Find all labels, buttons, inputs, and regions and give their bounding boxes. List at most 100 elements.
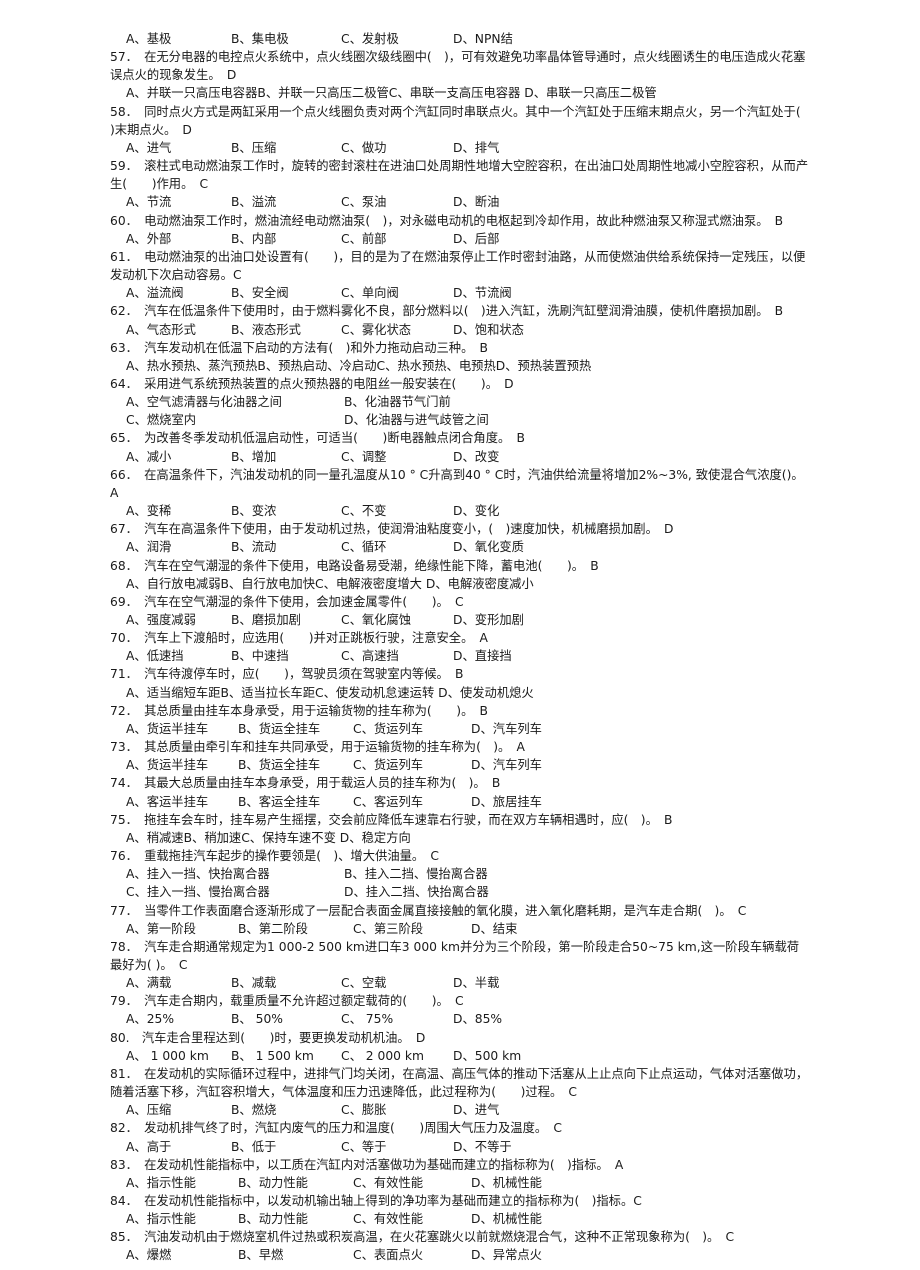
option-choice[interactable]: A、外部 [126,230,231,248]
option-choice[interactable]: A、基极 [126,30,231,48]
option-choice[interactable]: B、溢流 [231,193,341,211]
option-choice[interactable]: A、溢流阀 [126,284,231,302]
option-choice[interactable]: B、货运全挂车 [238,756,353,774]
option-choice[interactable]: C、第三阶段 [353,920,471,938]
option-choice[interactable]: D、化油器与进气歧管之间 [344,411,578,429]
option-choice[interactable]: B、集电极 [231,30,341,48]
option-choice[interactable]: D、机械性能 [471,1174,542,1192]
option-choice[interactable]: C、 2 000 km [341,1047,453,1065]
option-choice[interactable]: D、机械性能 [471,1210,542,1228]
option-choice[interactable]: B、动力性能 [238,1210,353,1228]
option-choice[interactable]: B、挂入二挡、慢抬离合器 [344,865,578,883]
option-choice[interactable]: A、满载 [126,974,231,992]
option-choice[interactable]: C、燃烧室内 [126,411,344,429]
option-choice[interactable]: C、泵油 [341,193,453,211]
option-choice[interactable]: B、减载 [231,974,341,992]
option-choice[interactable]: A、挂入一挡、快抬离合器 [126,865,344,883]
option-choice[interactable]: D、氧化变质 [453,538,524,556]
option-choice[interactable]: A、空气滤清器与化油器之间 [126,393,344,411]
option-choice[interactable]: D、85% [453,1010,502,1028]
option-choice[interactable]: D、不等于 [453,1138,512,1156]
option-choice[interactable]: B、早燃 [238,1246,353,1264]
option-choice[interactable]: C、等于 [341,1138,453,1156]
option-choice[interactable]: C、有效性能 [353,1174,471,1192]
option-choice[interactable]: D、排气 [453,139,499,157]
option-choice[interactable]: B、低于 [231,1138,341,1156]
option-choice[interactable]: B、 1 500 km [231,1047,341,1065]
option-choice[interactable]: C、客运列车 [353,793,471,811]
option-row-inline[interactable]: A、并联一只高压电容器B、并联一只高压二极管C、串联一支高压电容器 D、串联一只… [110,84,812,102]
option-choice[interactable]: A、减小 [126,448,231,466]
option-choice[interactable]: A、指示性能 [126,1174,238,1192]
option-choice[interactable]: B、增加 [231,448,341,466]
option-choice[interactable]: B、动力性能 [238,1174,353,1192]
option-choice[interactable]: C、单向阀 [341,284,453,302]
option-choice[interactable]: D、汽车列车 [471,756,542,774]
option-choice[interactable]: C、高速挡 [341,647,453,665]
option-choice[interactable]: D、汽车列车 [471,720,542,738]
option-choice[interactable]: B、安全阀 [231,284,341,302]
option-choice[interactable]: A、货运半挂车 [126,756,238,774]
option-choice[interactable]: A、气态形式 [126,321,231,339]
option-choice[interactable]: D、旅居挂车 [471,793,542,811]
option-choice[interactable]: B、 50% [231,1010,341,1028]
option-choice[interactable]: D、饱和状态 [453,321,524,339]
option-choice[interactable]: C、 75% [341,1010,453,1028]
option-choice[interactable]: A、压缩 [126,1101,231,1119]
option-choice[interactable]: A、低速挡 [126,647,231,665]
option-choice[interactable]: D、直接挡 [453,647,512,665]
option-choice[interactable]: A、进气 [126,139,231,157]
option-choice[interactable]: C、调整 [341,448,453,466]
option-choice[interactable]: D、后部 [453,230,499,248]
option-row-inline[interactable]: A、热水预热、蒸汽预热B、预热启动、冷启动C、热水预热、电预热D、预热装置预热 [110,357,812,375]
option-choice[interactable]: C、做功 [341,139,453,157]
option-choice[interactable]: A、变稀 [126,502,231,520]
option-choice[interactable]: C、氧化腐蚀 [341,611,453,629]
option-choice[interactable]: B、中速挡 [231,647,341,665]
option-choice[interactable]: D、挂入二挡、快抬离合器 [344,883,578,901]
option-choice[interactable]: B、化油器节气门前 [344,393,578,411]
option-choice[interactable]: A、高于 [126,1138,231,1156]
option-choice[interactable]: C、前部 [341,230,453,248]
option-choice[interactable]: D、异常点火 [471,1246,542,1264]
option-choice[interactable]: B、压缩 [231,139,341,157]
option-choice[interactable]: C、有效性能 [353,1210,471,1228]
option-choice[interactable]: A、 1 000 km [126,1047,231,1065]
option-choice[interactable]: B、流动 [231,538,341,556]
option-choice[interactable]: A、爆燃 [126,1246,238,1264]
option-choice[interactable]: A、节流 [126,193,231,211]
option-choice[interactable]: A、货运半挂车 [126,720,238,738]
option-choice[interactable]: B、磨损加剧 [231,611,341,629]
option-choice[interactable]: C、雾化状态 [341,321,453,339]
option-choice[interactable]: B、内部 [231,230,341,248]
option-choice[interactable]: B、客运全挂车 [238,793,353,811]
option-choice[interactable]: B、燃烧 [231,1101,341,1119]
option-choice[interactable]: D、改变 [453,448,499,466]
option-row-inline[interactable]: A、适当缩短车距B、适当拉长车距C、使发动机怠速运转 D、使发动机熄火 [110,684,812,702]
option-choice[interactable]: D、变形加剧 [453,611,524,629]
option-choice[interactable]: C、循环 [341,538,453,556]
option-choice[interactable]: D、变化 [453,502,499,520]
option-choice[interactable]: B、液态形式 [231,321,341,339]
option-choice[interactable]: D、NPN结 [453,30,513,48]
option-choice[interactable]: D、结束 [471,920,517,938]
option-choice[interactable]: A、25% [126,1010,231,1028]
option-choice[interactable]: B、货运全挂车 [238,720,353,738]
option-choice[interactable]: D、节流阀 [453,284,512,302]
option-choice[interactable]: A、第一阶段 [126,920,238,938]
option-choice[interactable]: D、500 km [453,1047,521,1065]
option-choice[interactable]: D、半载 [453,974,499,992]
option-choice[interactable]: D、断油 [453,193,499,211]
option-choice[interactable]: C、货运列车 [353,756,471,774]
option-choice[interactable]: A、强度减弱 [126,611,231,629]
option-choice[interactable]: A、润滑 [126,538,231,556]
option-choice[interactable]: A、指示性能 [126,1210,238,1228]
option-choice[interactable]: C、挂入一挡、慢抬离合器 [126,883,344,901]
option-choice[interactable]: A、客运半挂车 [126,793,238,811]
option-choice[interactable]: B、第二阶段 [238,920,353,938]
option-row-inline[interactable]: A、稍减速B、稍加速C、保持车速不变 D、稳定方向 [110,829,812,847]
option-choice[interactable]: C、空载 [341,974,453,992]
option-choice[interactable]: C、表面点火 [353,1246,471,1264]
option-choice[interactable]: C、不变 [341,502,453,520]
option-choice[interactable]: C、货运列车 [353,720,471,738]
